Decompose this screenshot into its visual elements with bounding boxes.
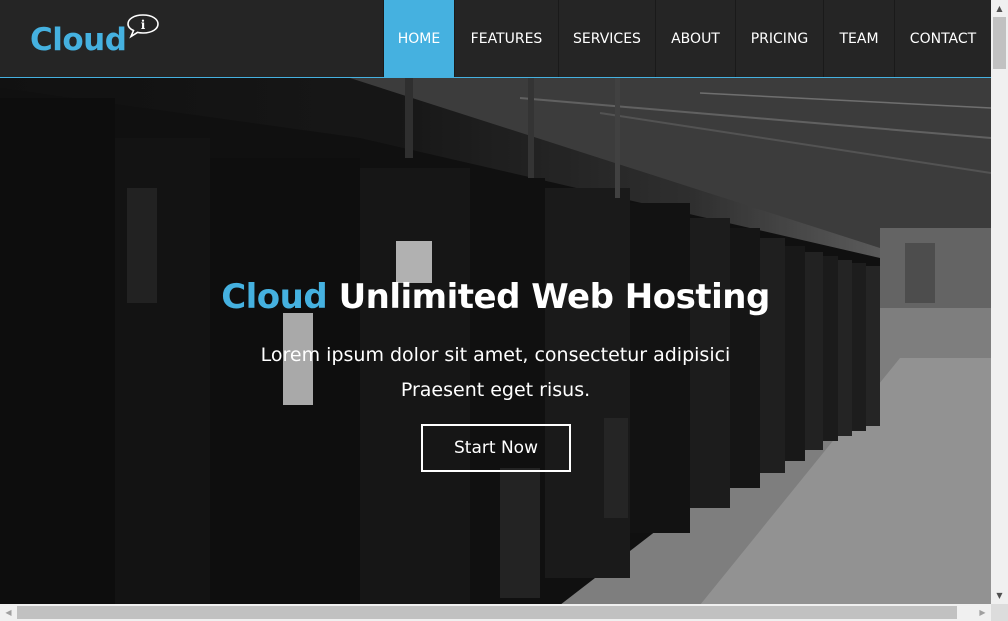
speech-bubble-icon: i [127,14,159,39]
scroll-right-icon[interactable]: ▶ [974,604,991,621]
horizontal-scroll-thumb[interactable] [17,606,957,619]
hero-subtitle: Lorem ipsum dolor sit amet, consectetur … [0,338,991,408]
nav-pricing-label: PRICING [750,30,809,47]
scrollbar-corner [991,604,1008,621]
hero-section: Cloud Unlimited Web Hosting Lorem ipsum … [0,78,991,605]
scroll-left-icon[interactable]: ◀ [0,604,17,621]
hero-title: Cloud Unlimited Web Hosting [0,277,991,317]
main-nav: HOME FEATURES SERVICES ABOUT PRICING TEA… [383,0,991,77]
scroll-up-icon[interactable]: ▲ [991,0,1008,17]
bubble-glyph: i [141,18,146,32]
nav-team-label: TEAM [839,30,879,47]
horizontal-scrollbar[interactable]: ◀ ▶ [0,604,991,621]
navbar: Cloud i HOME FEATURES SERVICES ABOUT PRI… [0,0,991,78]
nav-services[interactable]: SERVICES [558,0,655,77]
nav-contact-label: CONTACT [909,30,977,47]
nav-home-label: HOME [397,30,441,47]
nav-features[interactable]: FEATURES [454,0,558,77]
nav-services-label: SERVICES [573,30,641,47]
hero-title-accent: Cloud [221,277,328,317]
nav-pricing[interactable]: PRICING [735,0,823,77]
nav-contact[interactable]: CONTACT [894,0,991,77]
start-now-label: Start Now [454,438,538,458]
scroll-down-icon[interactable]: ▼ [991,587,1008,604]
vertical-scrollbar[interactable]: ▲ ▼ [991,0,1008,604]
nav-about-label: ABOUT [671,30,720,47]
nav-about[interactable]: ABOUT [655,0,735,77]
hero-subtitle-line2: Praesent eget risus. [400,379,591,401]
logo-text: Cloud [30,22,127,58]
start-now-button[interactable]: Start Now [421,424,571,472]
hero-subtitle-line1: Lorem ipsum dolor sit amet, consectetur … [260,344,731,366]
vertical-scroll-thumb[interactable] [993,17,1006,69]
hero-title-rest: Unlimited Web Hosting [338,277,771,317]
nav-team[interactable]: TEAM [823,0,894,77]
nav-features-label: FEATURES [470,30,543,47]
nav-home[interactable]: HOME [383,0,454,77]
